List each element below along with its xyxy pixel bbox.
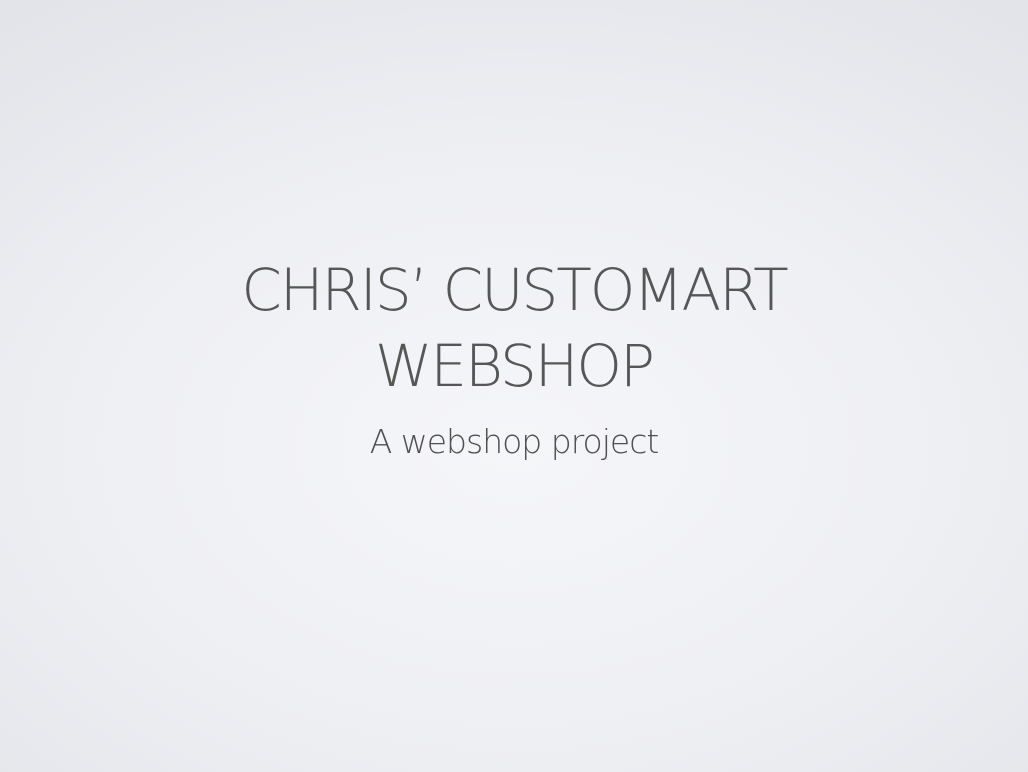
slide-title: CHRIS’ CUSTOMART WEBSHOP: [0, 252, 1028, 404]
slide-subtitle: A webshop project: [369, 422, 660, 461]
presentation-slide: CHRIS’ CUSTOMART WEBSHOP A webshop proje…: [0, 0, 1028, 772]
slide-title-line-1: CHRIS’ CUSTOMART: [241, 256, 788, 324]
slide-title-line-2: WEBSHOP: [374, 332, 655, 400]
